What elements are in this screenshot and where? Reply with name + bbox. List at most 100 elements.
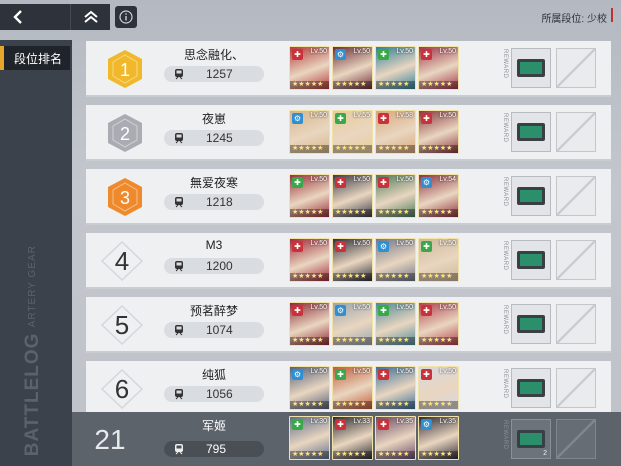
character-card[interactable]: ✚ Lv.50 ★★★★★ (418, 110, 459, 154)
score-value: 1074 (206, 323, 233, 337)
score-box: 1245 (164, 130, 264, 146)
self-ranking-row[interactable]: 21 军姬 795 ✚ Lv.30 ★★★★★ ✚ Lv.33 ★★★★★ ✚ Lv.35 ★★★★★… (72, 412, 621, 466)
score-value: 1200 (206, 259, 233, 273)
character-card[interactable]: ⚙ Lv.50 ★★★★★ (289, 110, 330, 154)
back-button[interactable] (0, 4, 70, 30)
train-icon (175, 261, 183, 272)
card-level: Lv.50 (310, 48, 327, 55)
card-level: Lv.54 (439, 176, 456, 183)
card-stars: ★★★★★ (290, 451, 329, 459)
card-level: Lv.50 (353, 368, 370, 375)
reward-slot[interactable] (511, 48, 551, 88)
card-level: Lv.50 (439, 48, 456, 55)
character-card[interactable]: ✚ Lv.50 ★★★★★ (375, 46, 416, 90)
card-level: Lv.50 (353, 304, 370, 311)
character-card[interactable]: ✚ Lv.35 ★★★★★ (375, 416, 416, 460)
class-icon: ✚ (335, 369, 346, 380)
reward-slot[interactable]: 2 (511, 419, 551, 459)
card-level: Lv.30 (310, 418, 327, 425)
class-icon: ⚙ (421, 177, 432, 188)
reward-slot[interactable] (511, 304, 551, 344)
character-card[interactable]: ✚ Lv.33 ★★★★★ (332, 416, 373, 460)
class-icon: ✚ (378, 49, 389, 60)
gold-rank-badge-icon: 1 (108, 50, 142, 88)
class-icon: ✚ (421, 369, 432, 380)
class-icon: ⚙ (378, 241, 389, 252)
character-card[interactable]: ✚ Lv.50 ★★★★★ (418, 366, 459, 410)
tablet-icon (517, 430, 545, 448)
reward-slot[interactable] (511, 240, 551, 280)
card-stars: ★★★★★ (290, 209, 329, 217)
train-icon (175, 389, 183, 400)
reward-slot[interactable] (511, 176, 551, 216)
card-stars: ★★★★★ (419, 273, 458, 281)
character-card[interactable]: ✚ Lv.50 ★★★★★ (332, 238, 373, 282)
rank-number: 6 (114, 373, 130, 404)
reward-slot[interactable] (511, 112, 551, 152)
card-stars: ★★★★★ (290, 401, 329, 409)
character-card[interactable]: ✚ Lv.50 ★★★★★ (375, 366, 416, 410)
rank-number: 3 (120, 188, 130, 208)
character-card[interactable]: ✚ Lv.50 ★★★★★ (289, 46, 330, 90)
ranking-row[interactable]: 6 纯狐 1056 ⚙ Lv.50 ★★★★★ ✚ Lv.50 ★★★★★ ✚ Lv.50 ★★★★★… (86, 361, 611, 417)
sidebar-item-rankings[interactable]: 段位排名 (0, 46, 70, 70)
info-button[interactable] (115, 6, 137, 28)
character-card[interactable]: ✚ Lv.50 ★★★★★ (375, 174, 416, 218)
brand-sub: ARTERY GEAR (27, 244, 38, 327)
rank-number: 2 (120, 124, 130, 144)
class-icon: ✚ (378, 419, 389, 430)
character-card[interactable]: ⚙ Lv.50 ★★★★★ (289, 366, 330, 410)
card-stars: ★★★★★ (333, 209, 372, 217)
card-level: Lv.50 (439, 112, 456, 119)
sidebar: 段位排名 BATTLELOG ARTERY GEAR (0, 40, 72, 466)
tablet-icon (517, 379, 545, 397)
character-card[interactable]: ⚙ Lv.50 ★★★★★ (332, 302, 373, 346)
ranking-row[interactable]: 2 夜崽 1245 ⚙ Lv.50 ★★★★★ ✚ Lv.55 ★★★★★ ✚ Lv.58 ★★★★★… (86, 105, 611, 161)
card-stars: ★★★★★ (376, 81, 415, 89)
character-card[interactable]: ✚ Lv.58 ★★★★★ (375, 110, 416, 154)
class-icon: ✚ (292, 419, 303, 430)
character-card[interactable]: ✚ Lv.50 ★★★★★ (418, 302, 459, 346)
score-box: 1257 (164, 66, 264, 82)
character-card[interactable]: ✚ Lv.50 ★★★★★ (332, 366, 373, 410)
character-card[interactable]: ⚙ Lv.50 ★★★★★ (375, 238, 416, 282)
player-name: 無爱夜寒 (189, 176, 238, 190)
score-box: 1218 (164, 194, 264, 210)
rank-number: 5 (114, 309, 130, 340)
character-card[interactable]: ✚ Lv.50 ★★★★★ (375, 302, 416, 346)
ranking-row[interactable]: 1 思念融化、 1257 ✚ Lv.50 ★★★★★ ⚙ Lv.50 ★★★★★ ✚ Lv.50 ★★… (86, 41, 611, 97)
tablet-icon (517, 251, 545, 269)
character-card[interactable]: ✚ Lv.55 ★★★★★ (332, 110, 373, 154)
character-card[interactable]: ✚ Lv.50 ★★★★★ (289, 302, 330, 346)
character-card[interactable]: ✚ Lv.50 ★★★★★ (332, 174, 373, 218)
class-icon: ✚ (335, 241, 346, 252)
player-name: 夜崽 (201, 112, 226, 126)
card-stars: ★★★★★ (419, 145, 458, 153)
card-stars: ★★★★★ (419, 451, 458, 459)
home-button[interactable] (70, 4, 110, 30)
ranking-row[interactable]: 4 M3 1200 ✚ Lv.50 ★★★★★ ✚ Lv.50 ★★★★★ ⚙ Lv.50 ★★★★★… (86, 233, 611, 289)
card-level: Lv.50 (310, 240, 327, 247)
character-card[interactable]: ✚ Lv.30 ★★★★★ (289, 416, 330, 460)
card-level: Lv.50 (396, 240, 413, 247)
character-card[interactable]: ⚙ Lv.50 ★★★★★ (332, 46, 373, 90)
ranking-row[interactable]: 5 预茗醉梦 1074 ✚ Lv.50 ★★★★★ ⚙ Lv.50 ★★★★★ ✚ Lv.50 ★★★… (86, 297, 611, 353)
rank-indicator (611, 8, 613, 22)
brand-main: BATTLELOG (22, 332, 43, 456)
player-name: 预茗醉梦 (189, 304, 238, 318)
card-stars: ★★★★★ (419, 81, 458, 89)
class-icon: ✚ (335, 419, 346, 430)
train-icon (175, 69, 183, 80)
train-icon (175, 197, 183, 208)
character-card[interactable]: ✚ Lv.50 ★★★★★ (289, 238, 330, 282)
ranking-row[interactable]: 3 無爱夜寒 1218 ✚ Lv.50 ★★★★★ ✚ Lv.50 ★★★★★ ✚ Lv.50 ★★★… (86, 169, 611, 225)
top-bar: 所属段位: 少校 (0, 0, 621, 34)
team-cards: ✚ Lv.50 ★★★★★ ✚ Lv.50 ★★★★★ ✚ Lv.50 ★★★★★ ⚙ Lv.54 ★… (289, 174, 461, 218)
character-card[interactable]: ⚙ Lv.35 ★★★★★ (418, 416, 459, 460)
rank-number: 1 (120, 60, 130, 80)
reward-slot[interactable] (511, 368, 551, 408)
character-card[interactable]: ✚ Lv.50 ★★★★★ (289, 174, 330, 218)
character-card[interactable]: ✚ Lv.50 ★★★★★ (418, 46, 459, 90)
character-card[interactable]: ✚ Lv.50 ★★★★★ (418, 238, 459, 282)
character-card[interactable]: ⚙ Lv.54 ★★★★★ (418, 174, 459, 218)
